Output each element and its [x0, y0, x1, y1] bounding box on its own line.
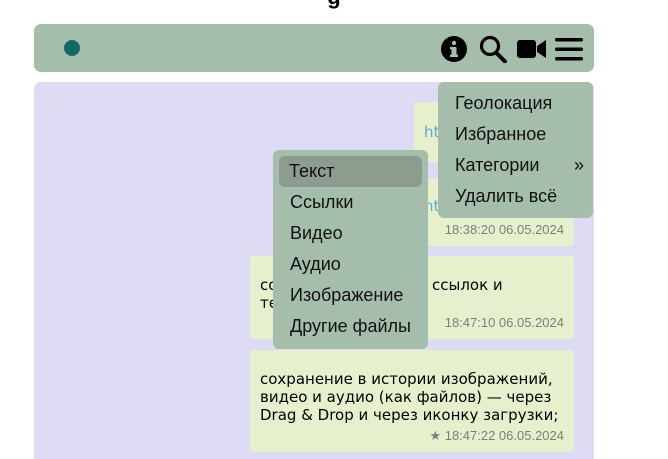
message-timestamp: 18:38:20 06.05.2024 [444, 222, 564, 237]
category-submenu: Текст Ссылки Видео Аудио Изображение Дру… [273, 150, 428, 349]
submenu-arrow-icon: » [573, 155, 584, 175]
menu-item-label: Категории [455, 155, 540, 175]
message-text-line: сохранение в истории изображений, [260, 370, 553, 388]
menu-item-geolocation[interactable]: Геолокация [438, 88, 593, 119]
menu-item-label: Ссылки [290, 192, 354, 212]
category-item-text[interactable]: Текст [279, 156, 422, 187]
category-item-video[interactable]: Видео [273, 218, 428, 249]
menu-item-categories[interactable]: Категории » [438, 150, 593, 181]
menu-item-label: Изображение [290, 285, 404, 305]
star-icon: ★ [429, 428, 442, 443]
search-icon[interactable] [478, 35, 508, 63]
menu-item-label: Видео [290, 223, 343, 243]
category-item-image[interactable]: Изображение [273, 280, 428, 311]
message-timestamp: 18:47:10 06.05.2024 [444, 315, 564, 330]
message-text-line: видео и аудио (как файлов) — через [260, 388, 552, 406]
info-icon[interactable] [440, 35, 468, 63]
page-title-cutoff: g [0, 0, 668, 10]
menu-item-label: Другие файлы [290, 316, 411, 336]
menu-item-label: Текст [289, 161, 335, 181]
message-timestamp-value: 18:47:22 06.05.2024 [444, 428, 564, 443]
category-item-links[interactable]: Ссылки [273, 187, 428, 218]
main-dropdown-menu: Геолокация Избранное Категории » Удалить … [438, 82, 593, 218]
menu-item-label: Удалить всё [455, 186, 558, 206]
chat-header [34, 24, 594, 72]
message-text-tail: ссылок и [432, 276, 503, 294]
menu-item-label: Аудио [290, 254, 341, 274]
menu-icon[interactable] [554, 35, 584, 63]
category-item-audio[interactable]: Аудио [273, 249, 428, 280]
menu-item-label: Избранное [455, 124, 547, 144]
menu-item-delete-all[interactable]: Удалить всё [438, 181, 593, 212]
message-timestamp: ★ 18:47:22 06.05.2024 [429, 427, 564, 445]
menu-item-label: Геолокация [455, 93, 553, 113]
message-bubble[interactable]: сохранение в истории изображений, видео … [250, 350, 574, 452]
menu-item-favorites[interactable]: Избранное [438, 119, 593, 150]
category-item-other-files[interactable]: Другие файлы [273, 311, 428, 342]
message-text-line: Drag & Drop и через иконку загрузки; [260, 406, 559, 424]
status-dot [64, 40, 80, 56]
video-icon[interactable] [516, 35, 548, 63]
